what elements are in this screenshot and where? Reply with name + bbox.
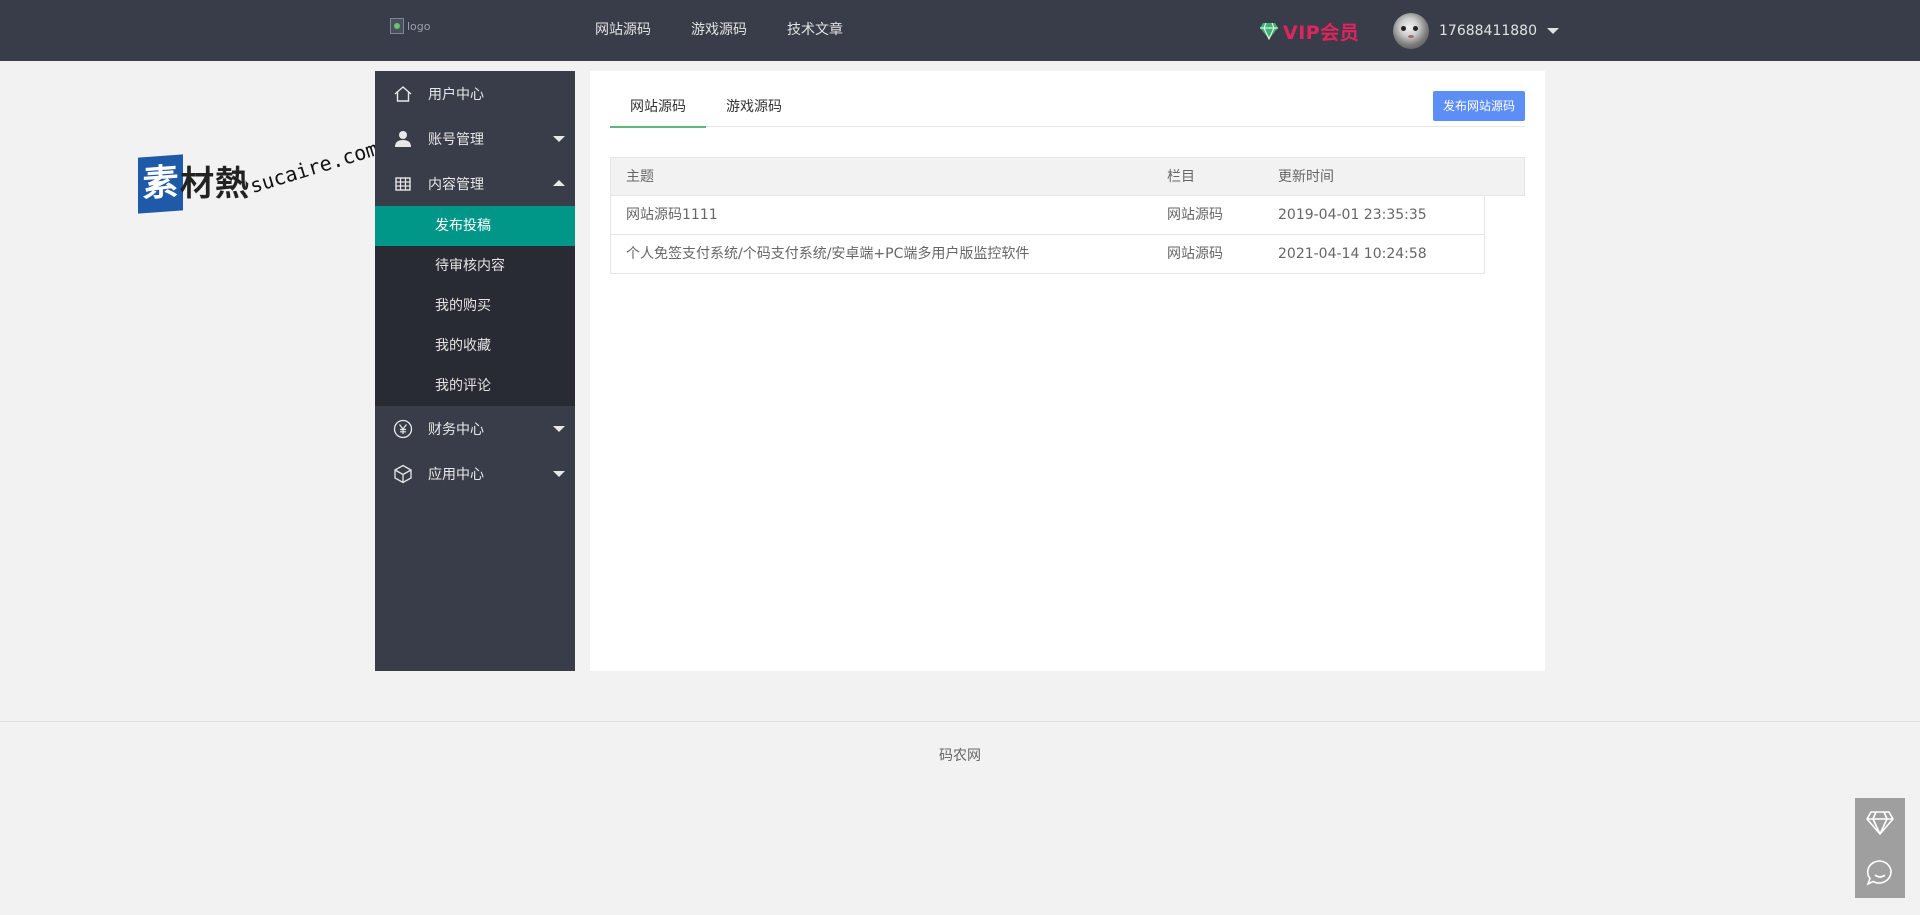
cell-updated: 2021-04-14 10:24:58 (1278, 246, 1427, 262)
cell-category: 网站源码 (1167, 246, 1223, 262)
tab-bar: 网站源码 游戏源码 (610, 87, 1525, 128)
column-header-subject: 主题 (626, 169, 654, 185)
sidebar-item-label: 内容管理 (428, 176, 484, 193)
publish-website-source-button[interactable]: 发布网站源码 (1432, 91, 1525, 121)
cube-icon (393, 464, 413, 484)
cell-category: 网站源码 (1167, 207, 1223, 223)
home-icon (393, 84, 413, 104)
sidebar-subitem-my-purchases[interactable]: 我的购买 (375, 286, 575, 326)
caret-down-icon (1546, 28, 1559, 34)
sidebar-subitem-my-comments[interactable]: 我的评论 (375, 366, 575, 406)
grid-icon (393, 174, 413, 194)
yen-icon (393, 419, 413, 439)
site-logo[interactable]: logo (390, 16, 450, 36)
cell-subject[interactable]: 网站源码1111 (611, 196, 1167, 234)
table-row[interactable]: 个人免签支付系统/个码支付系统/安卓端+PC端多用户版监控软件 网站源码 202… (610, 235, 1485, 274)
chat-float-button[interactable] (1855, 848, 1905, 898)
table-header: 主题 栏目 更新时间 (610, 157, 1525, 196)
content-submenu: 发布投稿 待审核内容 我的购买 我的收藏 我的评论 (375, 206, 575, 406)
nav-game-source[interactable]: 游戏源码 (691, 0, 747, 61)
sidebar-subitem-my-favorites[interactable]: 我的收藏 (375, 326, 575, 366)
sidebar-item-finance[interactable]: 财务中心 (375, 406, 575, 451)
footer-text: 码农网 (939, 748, 981, 764)
submissions-table: 主题 栏目 更新时间 网站源码1111 网站源码 2019-04-01 23:3… (610, 157, 1525, 274)
watermark-domain: sucaire.com (246, 136, 381, 198)
sidebar-item-account[interactable]: 账号管理 (375, 116, 575, 161)
footer-divider (0, 721, 1920, 722)
sidebar-item-label: 用户中心 (428, 86, 484, 103)
diamond-icon (1260, 22, 1278, 40)
watermark-badge: 素 (138, 154, 183, 214)
sidebar-subitem-pending-review[interactable]: 待审核内容 (375, 246, 575, 286)
sidebar-item-apps[interactable]: 应用中心 (375, 451, 575, 496)
table-row[interactable]: 网站源码1111 网站源码 2019-04-01 23:35:35 (610, 196, 1485, 235)
username: 17688411880 (1439, 23, 1537, 39)
chevron-down-icon (553, 136, 565, 142)
chat-bubble-icon (1866, 860, 1892, 886)
vip-float-button[interactable] (1855, 798, 1905, 848)
nav-tech-articles[interactable]: 技术文章 (787, 0, 843, 61)
top-navbar: logo 网站源码 游戏源码 技术文章 VIP会员 17688411880 (0, 0, 1920, 61)
user-menu[interactable]: 17688411880 (1393, 13, 1559, 49)
sidebar-item-content[interactable]: 内容管理 (375, 161, 575, 206)
chevron-down-icon (553, 426, 565, 432)
column-header-updated: 更新时间 (1278, 169, 1334, 185)
sidebar-item-label: 应用中心 (428, 466, 484, 483)
vip-label: VIP会员 (1283, 21, 1360, 44)
column-header-category: 栏目 (1167, 169, 1195, 185)
content-panel: 网站源码 游戏源码 发布网站源码 主题 栏目 更新时间 网站源码1111 网站源… (590, 71, 1545, 671)
main-nav: 网站源码 游戏源码 技术文章 (595, 0, 883, 61)
user-icon (393, 129, 413, 149)
chevron-up-icon (553, 180, 565, 186)
sidebar-item-user-center[interactable]: 用户中心 (375, 71, 575, 116)
cell-subject[interactable]: 个人免签支付系统/个码支付系统/安卓端+PC端多用户版监控软件 (611, 235, 1167, 273)
broken-image-icon (390, 18, 404, 34)
watermark-text: 材熱 (180, 164, 250, 204)
avatar (1393, 13, 1429, 49)
vip-member-link[interactable]: VIP会员 (1259, 18, 1359, 44)
chevron-down-icon (553, 471, 565, 477)
logo-alt-text: logo (407, 19, 431, 33)
diamond-outline-icon (1866, 811, 1894, 835)
sidebar-item-label: 财务中心 (428, 421, 484, 438)
nav-website-source[interactable]: 网站源码 (595, 0, 651, 61)
cell-updated: 2019-04-01 23:35:35 (1278, 207, 1427, 223)
sidebar-item-label: 账号管理 (428, 131, 484, 148)
sidebar: 用户中心 账号管理 内容管理 发布投稿 待审核内容 我的购买 我的收藏 我的评论… (375, 71, 575, 671)
watermark-logo: 素 材熱 sucaire.com (138, 136, 398, 230)
sidebar-subitem-publish[interactable]: 发布投稿 (375, 206, 575, 246)
tab-game-source[interactable]: 游戏源码 (706, 87, 802, 127)
tab-website-source[interactable]: 网站源码 (610, 87, 706, 128)
